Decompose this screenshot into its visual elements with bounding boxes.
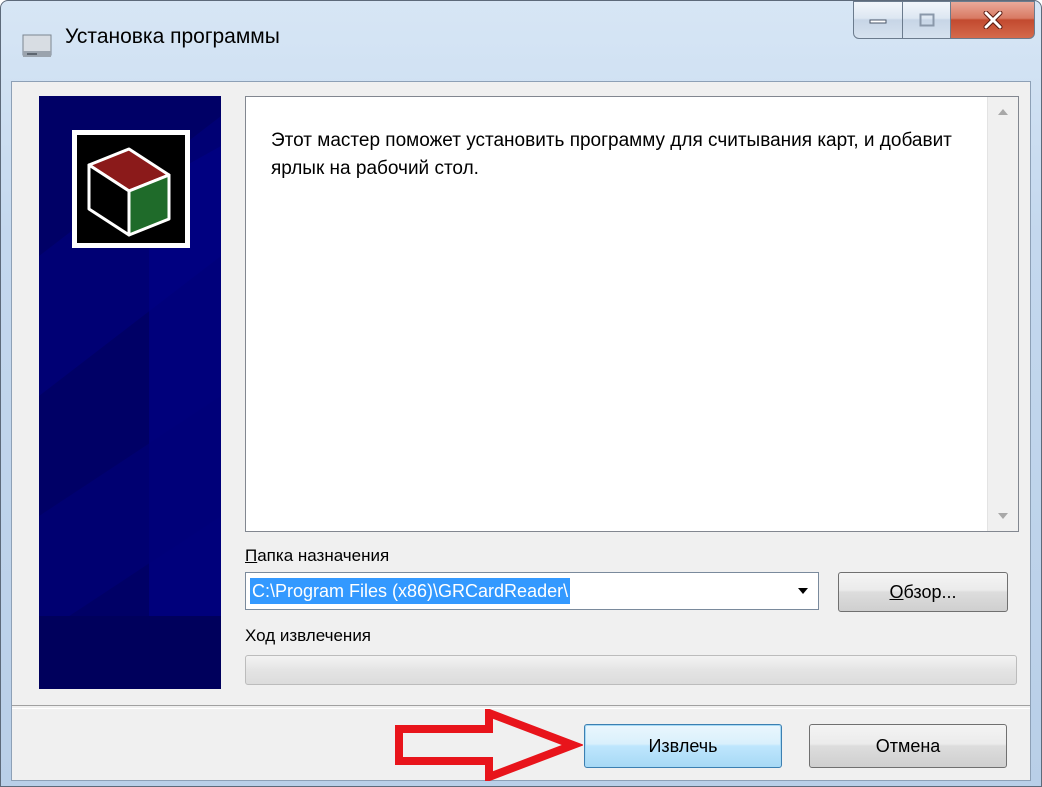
destination-path-value[interactable]: C:\Program Files (x86)\GRCardReader\ (250, 578, 571, 604)
description-text: Этот мастер поможет установить программу… (271, 130, 952, 179)
description-pane: Этот мастер поможет установить программу… (245, 96, 1019, 532)
maximize-button[interactable] (903, 1, 951, 39)
browse-button-accelerator: О (889, 581, 904, 602)
close-button[interactable] (951, 1, 1035, 39)
progress-label: Ход извлечения (245, 626, 372, 645)
extract-button[interactable]: Извлечь (584, 724, 782, 768)
logo-background (77, 135, 185, 243)
browse-button-label: Обзор... (889, 582, 956, 603)
title-bar[interactable]: Установка программы (1, 1, 1041, 81)
minimize-icon (869, 19, 887, 24)
dialog-client-area: Этот мастер поможет установить программу… (11, 81, 1031, 781)
browse-button[interactable]: Обзор... (838, 572, 1008, 612)
scroll-up-button[interactable] (988, 97, 1018, 127)
cancel-button[interactable]: Отмена (809, 724, 1007, 768)
extraction-progress-bar (245, 655, 1017, 685)
logo-frame (72, 130, 190, 248)
vertical-scrollbar[interactable] (987, 97, 1018, 531)
package-box-icon (87, 147, 171, 237)
red-arrow-icon (395, 709, 583, 781)
chevron-down-icon (798, 588, 808, 594)
window-title: Установка программы (65, 25, 280, 48)
wizard-sidebar (39, 96, 221, 689)
chevron-down-icon (998, 513, 1008, 519)
window-controls (853, 1, 1035, 39)
scroll-down-button[interactable] (988, 501, 1018, 531)
destination-label-accelerator: П (245, 546, 258, 565)
browse-button-label-rest: бзор... (903, 581, 957, 602)
destination-dropdown-button[interactable] (788, 573, 818, 609)
destination-label: Папка назначения (245, 546, 389, 566)
maximize-icon (919, 13, 934, 27)
destination-combobox[interactable]: C:\Program Files (x86)\GRCardReader\ (245, 572, 819, 610)
close-icon (983, 11, 1002, 29)
minimize-button[interactable] (853, 1, 903, 39)
installer-icon (22, 34, 52, 57)
destination-label-rest: апка назначения (257, 546, 390, 565)
chevron-up-icon (998, 109, 1008, 115)
installer-window: Установка программы Этот мастер поможет … (0, 0, 1042, 787)
